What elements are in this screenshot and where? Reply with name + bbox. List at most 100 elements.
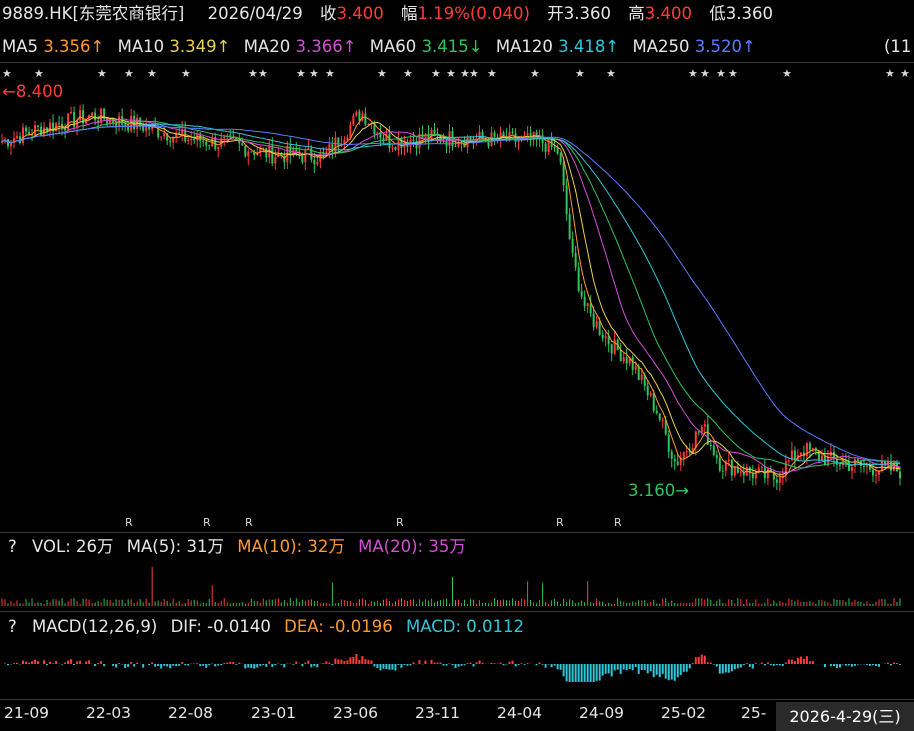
star-marker: ★	[728, 67, 738, 80]
candle-body	[565, 185, 568, 215]
candle-body	[79, 110, 82, 121]
candle-body	[598, 321, 601, 335]
star-marker: ★	[377, 67, 387, 80]
candle-body	[631, 357, 634, 370]
candle-body	[721, 470, 724, 472]
candle-body	[739, 472, 742, 474]
macd-dif: DIF: -0.0140	[170, 617, 271, 636]
star-marker: ★	[296, 67, 306, 80]
candle-body	[349, 124, 352, 138]
x-tick: 23-11	[415, 704, 461, 722]
candle-body	[67, 113, 70, 131]
candle-body	[853, 459, 856, 467]
volume-value: VOL: 26万	[32, 537, 114, 556]
candle-body	[625, 357, 628, 364]
candle-body	[70, 112, 73, 114]
candle-body	[871, 469, 874, 476]
star-marker: ★	[606, 67, 616, 80]
candle-body	[91, 112, 94, 116]
candle-body	[346, 137, 349, 141]
candle-body	[760, 467, 763, 469]
candle-body	[511, 131, 514, 134]
macd-title: MACD(12,26,9)	[32, 617, 158, 636]
candle-body	[778, 477, 781, 483]
candle-body	[847, 462, 850, 471]
candle-body	[652, 393, 655, 411]
candle-body	[673, 458, 676, 462]
candle-body	[712, 445, 715, 455]
candle-body	[547, 137, 550, 152]
candle-body	[106, 119, 109, 124]
macd-help-icon[interactable]: ?	[8, 617, 17, 636]
volume-legend: ? VOL: 26万 MA(5): 31万 MA(10): 32万 MA(20)…	[8, 537, 466, 557]
candle-body	[244, 145, 247, 157]
candle-body	[682, 451, 685, 459]
candle-body	[58, 123, 61, 125]
candle-body	[880, 461, 883, 471]
candle-body	[562, 162, 565, 186]
candle-body	[667, 434, 670, 452]
vol-ma5: MA(5): 31万	[126, 537, 224, 556]
candle-body	[595, 321, 598, 327]
min-price-label: 3.160→	[628, 481, 690, 500]
x-tick: 24-09	[579, 704, 625, 722]
star-marker: ★	[700, 67, 710, 80]
candle-body	[208, 145, 211, 147]
macd-dea: DEA: -0.0196	[284, 617, 393, 636]
ma10-line	[1, 116, 901, 475]
candle-body	[517, 140, 520, 142]
candle-body	[301, 155, 304, 163]
candle-body	[899, 471, 901, 479]
event-marker: R	[203, 516, 211, 529]
star-marker: ★	[431, 67, 441, 80]
candle-body	[610, 344, 613, 354]
candle-body	[571, 238, 574, 253]
candle-body	[799, 452, 802, 456]
candle-body	[142, 126, 145, 131]
ma250-line	[1, 125, 901, 463]
candle-body	[238, 140, 241, 144]
candle-body	[325, 151, 328, 153]
candle-body	[634, 366, 637, 370]
candle-body	[25, 127, 28, 132]
candle-body	[526, 133, 529, 136]
x-tick: 22-03	[86, 704, 132, 722]
candle-body	[580, 290, 583, 297]
candle-body	[133, 115, 136, 130]
candle-body	[358, 111, 361, 121]
candle-body	[388, 134, 391, 148]
x-tick: 25-	[741, 704, 767, 722]
candle-body	[16, 136, 19, 139]
star-marker: ★	[469, 67, 479, 80]
ma5-line	[1, 115, 901, 478]
candle-body	[700, 426, 703, 433]
candle-body	[568, 214, 571, 239]
candle-body	[22, 127, 25, 144]
candle-body	[766, 468, 769, 479]
candle-body	[355, 111, 358, 116]
star-marker: ★	[258, 67, 268, 80]
volume-help-icon[interactable]: ?	[8, 537, 17, 556]
star-marker: ★	[248, 67, 258, 80]
candle-body	[139, 117, 142, 127]
candle-body	[583, 296, 586, 307]
x-tick: 24-04	[497, 704, 543, 722]
star-marker: ★	[181, 67, 191, 80]
candle-body	[601, 334, 604, 339]
star-marker: ★	[97, 67, 107, 80]
star-marker: ★	[124, 67, 134, 80]
vol-ma10: MA(10): 32万	[237, 537, 345, 556]
star-marker: ★	[900, 67, 910, 80]
candle-body	[160, 136, 163, 138]
candle-body	[787, 460, 790, 462]
candle-body	[64, 128, 67, 131]
candle-body	[838, 464, 841, 466]
candle-body	[19, 136, 22, 144]
candle-body	[646, 385, 649, 396]
candle-body	[850, 466, 853, 471]
candle-body	[352, 115, 355, 125]
candle-body	[328, 144, 331, 152]
candle-body	[28, 131, 31, 135]
star-marker: ★	[885, 67, 895, 80]
candle-body	[709, 444, 712, 446]
